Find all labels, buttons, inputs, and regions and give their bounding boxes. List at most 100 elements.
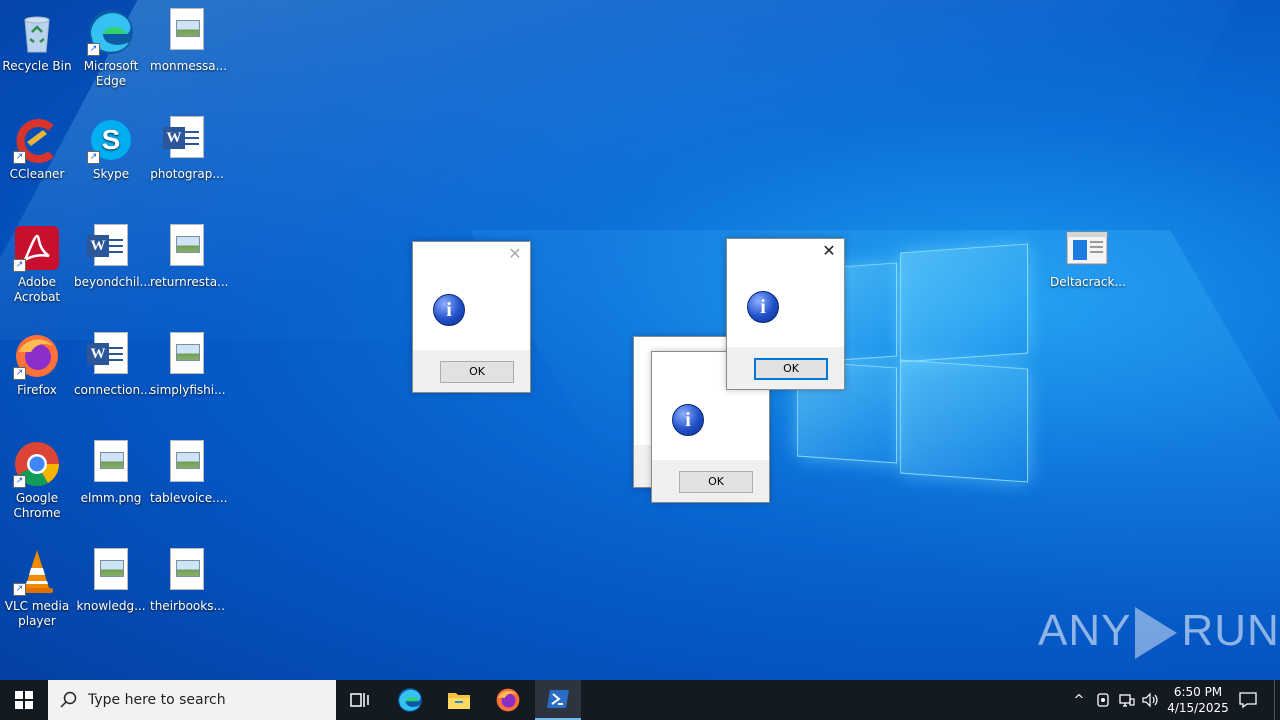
shortcut-arrow-icon: ↗: [87, 151, 100, 164]
desktop-icon-adobe-acrobat[interactable]: ↗ Adobe Acrobat: [0, 218, 74, 305]
recycle-bin-icon: [13, 8, 61, 56]
desktop-icon-ccleaner[interactable]: ↗ CCleaner: [0, 110, 74, 182]
skype-icon: S ↗: [87, 116, 135, 164]
image-file-icon: [163, 8, 211, 56]
desktop-icon-theirbooks[interactable]: theirbooks...: [150, 542, 225, 614]
desktop-icon-recycle-bin[interactable]: Recycle Bin: [0, 2, 74, 74]
shortcut-arrow-icon: ↗: [87, 43, 100, 56]
message-box[interactable]: ✕ i OK: [412, 241, 531, 393]
desktop[interactable]: Recycle Bin ↗ CCleaner ↗ Adobe Acrobat ↗…: [0, 0, 1280, 680]
word-document-icon: W: [87, 224, 135, 272]
firefox-icon: ↗: [13, 332, 61, 380]
ok-button[interactable]: OK: [754, 358, 828, 380]
word-document-icon: W: [163, 116, 211, 164]
edge-icon: [398, 688, 422, 712]
icon-label: Deltacrack...: [1050, 275, 1126, 289]
task-view-button[interactable]: [338, 680, 382, 720]
shortcut-arrow-icon: ↗: [13, 259, 26, 272]
chrome-icon: ↗: [13, 440, 61, 488]
icon-label: Skype: [92, 167, 130, 181]
desktop-icon-simplyfishi[interactable]: simplyfishi...: [150, 326, 226, 398]
powershell-icon: [547, 690, 569, 708]
icon-label: simplyfishi...: [150, 383, 226, 397]
taskbar-firefox[interactable]: [486, 680, 530, 720]
show-desktop-button[interactable]: [1274, 680, 1280, 720]
taskbar-search-box[interactable]: Type here to search: [48, 680, 336, 720]
icon-label: photograp...: [150, 167, 224, 181]
desktop-icon-deltacrack[interactable]: Deltacrack...: [1050, 218, 1126, 290]
desktop-icon-skype[interactable]: S ↗ Skype: [74, 110, 148, 182]
image-file-icon: [163, 224, 211, 272]
watermark-right: RUN: [1181, 606, 1280, 655]
icon-label: beyondchil...: [74, 275, 151, 289]
desktop-icon-tablevoice[interactable]: tablevoice....: [150, 434, 228, 506]
image-file-icon: [163, 332, 211, 380]
icon-label: tablevoice....: [150, 491, 228, 505]
icon-label: Recycle Bin: [2, 59, 72, 73]
desktop-icon-returnresta[interactable]: returnresta...: [150, 218, 229, 290]
icon-label: CCleaner: [9, 167, 65, 181]
icon-label: returnresta...: [150, 275, 229, 289]
info-icon: i: [433, 294, 465, 326]
icon-label: knowledg...: [76, 599, 146, 613]
taskbar-powershell[interactable]: [535, 680, 581, 720]
adobe-acrobat-icon: ↗: [13, 224, 61, 272]
desktop-icon-monmessa[interactable]: monmessa...: [150, 2, 228, 74]
icon-label: theirbooks...: [150, 599, 225, 613]
desktop-icon-photograp[interactable]: W photograp...: [150, 110, 224, 182]
desktop-icon-firefox[interactable]: ↗ Firefox: [0, 326, 74, 398]
shortcut-arrow-icon: ↗: [13, 151, 26, 164]
device-icon: [1097, 693, 1109, 707]
close-icon[interactable]: ✕: [508, 246, 522, 262]
search-icon: [60, 691, 77, 708]
tray-device[interactable]: [1092, 680, 1114, 720]
image-file-icon: [163, 440, 211, 488]
windows-logo-pane: [900, 243, 1028, 363]
notification-icon: [1239, 692, 1257, 708]
icon-label: monmessa...: [150, 59, 228, 73]
icon-label: VLC media player: [4, 599, 70, 628]
search-placeholder: Type here to search: [88, 692, 226, 708]
show-hidden-icons-button[interactable]: ^: [1068, 680, 1090, 720]
desktop-icon-google-chrome[interactable]: ↗ Google Chrome: [0, 434, 74, 521]
tray-network[interactable]: [1116, 680, 1138, 720]
icon-label: elmm.png: [80, 491, 142, 505]
network-icon: [1119, 694, 1135, 707]
info-icon: i: [747, 291, 779, 323]
ok-button[interactable]: OK: [440, 361, 514, 383]
play-icon: [1135, 607, 1178, 660]
icon-label: Firefox: [17, 383, 57, 397]
action-center-button[interactable]: [1234, 680, 1262, 720]
info-icon: i: [672, 404, 704, 436]
taskbar-file-explorer[interactable]: [437, 680, 481, 720]
desktop-icon-knowledg[interactable]: knowledg...: [74, 542, 148, 614]
desktop-icon-connection[interactable]: W connection...: [74, 326, 152, 398]
svg-text:S: S: [102, 124, 121, 155]
desktop-icon-elmm[interactable]: elmm.png: [74, 434, 148, 506]
icon-label: connection...: [74, 383, 152, 397]
start-button[interactable]: [0, 680, 48, 720]
desktop-icon-microsoft-edge[interactable]: ↗ Microsoft Edge: [74, 2, 148, 89]
close-icon[interactable]: ✕: [822, 243, 836, 259]
taskbar-edge[interactable]: [388, 680, 432, 720]
windows-logo-pane: [900, 359, 1028, 483]
application-window-icon: [1063, 224, 1111, 272]
firefox-icon: [496, 688, 520, 712]
ok-button[interactable]: OK: [679, 471, 753, 493]
taskbar-clock[interactable]: 6:50 PM 4/15/2025: [1160, 684, 1236, 716]
taskbar: Type here to search ^ 6:50 PM 4/15/2025: [0, 680, 1280, 720]
clock-time: 6:50 PM: [1173, 685, 1223, 699]
watermark-left: ANY: [1038, 606, 1132, 655]
image-file-icon: [163, 548, 211, 596]
edge-icon: ↗: [87, 8, 135, 56]
desktop-icon-vlc[interactable]: ↗ VLC media player: [0, 542, 74, 629]
message-box[interactable]: ✕ i OK: [726, 238, 845, 390]
word-document-icon: W: [87, 332, 135, 380]
desktop-icon-beyondchil[interactable]: W beyondchil...: [74, 218, 151, 290]
chevron-up-icon: ^: [1073, 692, 1085, 708]
windows-logo-icon: [15, 691, 33, 709]
vlc-cone-icon: ↗: [13, 548, 61, 596]
tray-volume[interactable]: [1140, 680, 1162, 720]
task-view-icon: [350, 693, 369, 707]
image-file-icon: [87, 440, 135, 488]
